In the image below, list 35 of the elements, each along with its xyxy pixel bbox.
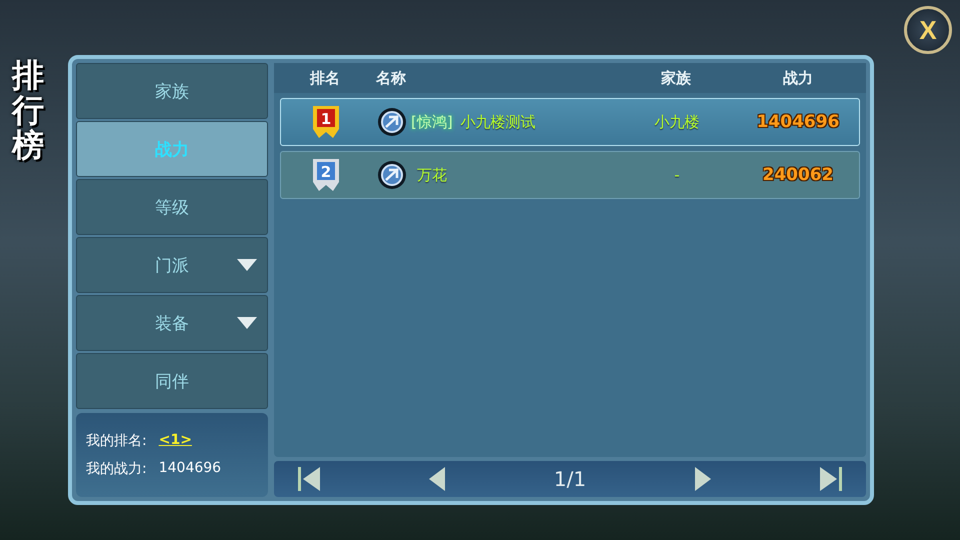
ranking-row[interactable]: 2 万花 - 240062 [280, 151, 860, 199]
category-tab[interactable]: 同伴 [76, 353, 268, 409]
medal-icon: 2 [312, 158, 340, 192]
category-tab[interactable]: 等级 [76, 179, 268, 235]
player-name: 小九楼测试 [460, 112, 536, 132]
power-value: 240062 [762, 165, 834, 185]
ranking-row[interactable]: 1 [惊鸿] 小九楼测试 小九楼 1404696 [280, 98, 860, 146]
rank-label: 我的排名: [86, 432, 147, 450]
power-value: 1404696 [158, 460, 222, 478]
last-page-icon[interactable] [820, 467, 842, 491]
power-label: 我的战力: [86, 460, 147, 478]
guild-tag: [惊鸿] [411, 112, 453, 132]
previous-icon[interactable] [428, 467, 445, 491]
category-tab[interactable]: 门派 [76, 237, 268, 293]
caret-icon [237, 317, 257, 329]
power-value: 1404696 [756, 112, 840, 132]
player-name: 万花 [417, 166, 447, 184]
close-button[interactable]: X [904, 6, 952, 54]
emblem-icon [377, 160, 407, 190]
next-icon[interactable] [695, 467, 712, 491]
family-name: 小九楼 [654, 112, 700, 132]
column-header: 家族 [660, 68, 692, 88]
first-page-icon[interactable] [298, 467, 320, 491]
category-tab[interactable]: 装备 [76, 295, 268, 351]
column-header: 战力 [782, 68, 814, 88]
medal-icon: 1 [312, 105, 340, 139]
column-header: 名称 [374, 68, 407, 88]
category-tab[interactable]: 家族 [76, 63, 268, 119]
emblem-icon [377, 107, 407, 137]
family-name: - [673, 166, 681, 184]
leaderboard-title: 排行榜 [12, 58, 44, 164]
rank-link[interactable]: <1> [158, 432, 192, 450]
column-header: 排名 [308, 68, 341, 88]
page-indicator: 1/1 [554, 467, 586, 491]
caret-icon [237, 259, 257, 271]
